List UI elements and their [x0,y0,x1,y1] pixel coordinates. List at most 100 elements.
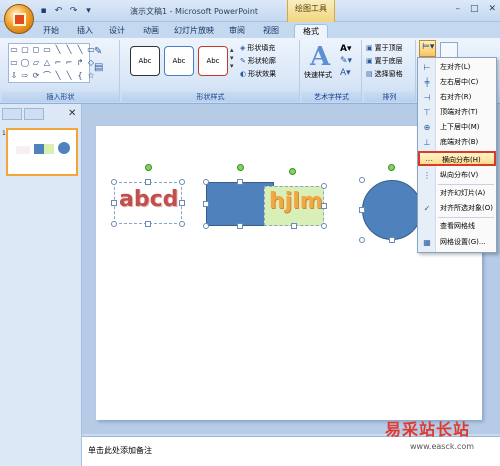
resize-handle[interactable] [359,207,365,213]
shape-style-preset-2[interactable]: Abc [164,46,194,76]
menu-item-align-selected[interactable]: ✓ 对齐所选对象(O) [418,201,496,216]
shape-gallery[interactable]: ▭ ▢ ◻ ▭ ╲ ╲ ╲ ▭ ▭ ◯ ▱ △ ⌐ ⌐ ↱ ◇ ⇩ ⇨ ⟳ ⌒ ╲ ╲{☆ [8,43,95,83]
tab-slides[interactable] [2,108,22,120]
tab-insert[interactable]: 插入 [72,24,98,38]
resize-handle[interactable] [389,237,395,243]
text-fill-icon[interactable]: A▾ [340,44,351,54]
shape-style-preset-1[interactable]: Abc [130,46,160,76]
textbox-hjlm[interactable]: hjlm [264,186,324,226]
shape-gallery-item[interactable]: ╲ [75,44,85,56]
shape-gallery-item[interactable]: ◻ [31,44,41,56]
resize-handle[interactable] [179,200,185,206]
office-button[interactable] [4,4,34,34]
shape-gallery-item[interactable]: ↱ [75,57,85,69]
menu-item-align-left[interactable]: ⊢ 左对齐(L) [418,60,496,75]
shape-gallery-item[interactable]: ⇨ [20,70,30,82]
tab-outline[interactable] [24,108,44,120]
shape-gallery-item[interactable]: { [75,70,85,82]
menu-item-align-right[interactable]: ⊣ 右对齐(R) [418,90,496,105]
textbox-abcd[interactable]: abcd [114,182,182,224]
bring-front-button[interactable]: ▣ 置于顶层 [366,43,403,54]
tab-animation[interactable]: 动画 [138,24,164,38]
rotation-handle-abcd[interactable] [145,164,152,171]
shape-gallery-item[interactable]: ⌐ [53,57,63,69]
resize-handle[interactable] [321,183,327,189]
resize-handle[interactable] [321,203,327,209]
resize-handle[interactable] [291,223,297,229]
align-dropdown-button[interactable]: ⊨▾ [419,40,436,57]
resize-handle[interactable] [203,201,209,207]
resize-handle[interactable] [111,200,117,206]
close-icon[interactable]: ✕ [488,4,496,14]
resize-handle[interactable] [203,223,209,229]
tab-view[interactable]: 视图 [258,24,284,38]
circle-shape[interactable] [362,180,422,240]
resize-handle[interactable] [237,223,243,229]
maximize-icon[interactable]: □ [470,4,479,14]
tab-slideshow[interactable]: 幻灯片放映 [172,24,216,38]
tab-design[interactable]: 设计 [104,24,130,38]
resize-handle[interactable] [111,179,117,185]
text-effects-icon[interactable]: A▾ [340,68,351,78]
shape-gallery-item[interactable]: ▭ [9,57,19,69]
tab-format[interactable]: 格式 [294,24,328,38]
resize-handle[interactable] [321,223,327,229]
rotation-handle-circle[interactable] [388,164,395,171]
shape-gallery-item[interactable]: ⌒ [42,70,52,82]
menu-item-align-middle[interactable]: ⊕ 上下居中(M) [418,120,496,135]
text-outline-icon[interactable]: ✎▾ [340,56,352,66]
shape-gallery-item[interactable]: ▱ [31,57,41,69]
shape-fill-button[interactable]: ◈ 形状填充 [240,43,275,54]
shape-gallery-item[interactable]: ▢ [20,44,30,56]
menu-item-align-top[interactable]: ⊤ 顶端对齐(T) [418,105,496,120]
shape-style-preset-3[interactable]: Abc [198,46,228,76]
menu-item-align-center[interactable]: ╪ 左右居中(C) [418,75,496,90]
shape-gallery-item[interactable]: ▭ [42,44,52,56]
shape-gallery-item[interactable]: ⌐ [64,57,74,69]
slide-thumbnail[interactable] [6,128,78,176]
shape-gallery-item[interactable]: ◯ [20,57,30,69]
resize-handle[interactable] [237,179,243,185]
menu-item-view-gridlines[interactable]: 查看网格线 [418,219,496,234]
resize-handle[interactable] [179,179,185,185]
shape-gallery-item[interactable]: ╲ [53,70,63,82]
shape-gallery-item[interactable]: ╲ [64,70,74,82]
shape-gallery-item[interactable]: ⇩ [9,70,19,82]
selection-pane-button[interactable]: ▤ 选择窗格 [366,69,403,80]
shape-outline-button[interactable]: ✎ 形状轮廓 [240,56,276,67]
style-gallery-scroll-icon[interactable]: ▴ ▾ ▾ [230,46,234,70]
tab-review[interactable]: 审阅 [224,24,250,38]
shape-gallery-item[interactable]: ⟳ [31,70,41,82]
customize-qat-icon[interactable]: ▾ [83,6,94,17]
edit-shape-icon[interactable]: ✎ [94,46,102,57]
rotation-handle-hjlm[interactable] [289,168,296,175]
resize-handle[interactable] [179,221,185,227]
shape-gallery-item[interactable]: ▭ [9,44,19,56]
resize-handle[interactable] [145,221,151,227]
menu-item-grid-settings[interactable]: ▦ 网格设置(G)... [418,235,496,250]
rotation-handle-rect[interactable] [237,164,244,171]
quick-styles-button[interactable]: 快速样式 [304,70,332,81]
redo-icon[interactable]: ↷ [68,6,79,17]
window-title: 演示文稿1 - Microsoft PowerPoint [130,7,259,16]
shape-gallery-item[interactable]: ╲ [53,44,63,56]
resize-handle[interactable] [359,237,365,243]
minimize-icon[interactable]: – [455,4,460,14]
resize-handle[interactable] [145,179,151,185]
save-icon[interactable]: ▪ [38,6,49,17]
tab-home[interactable]: 开始 [38,24,64,38]
undo-icon[interactable]: ↶ [53,6,64,17]
shape-gallery-item[interactable]: ╲ [64,44,74,56]
menu-item-distribute-vertical[interactable]: ⋮ 纵向分布(V) [418,168,496,183]
menu-item-align-to-slide[interactable]: 对齐幻灯片(A) [418,186,496,201]
panel-close-icon[interactable]: ✕ [68,108,76,119]
shape-gallery-item[interactable]: △ [42,57,52,69]
resize-handle[interactable] [359,177,365,183]
shape-effects-button[interactable]: ◐ 形状效果 [240,69,276,80]
menu-item-align-bottom[interactable]: ⊥ 底端对齐(B) [418,135,496,150]
text-box-icon[interactable]: ▤ [94,62,103,73]
menu-item-distribute-horizontal[interactable]: ⋯ 横向分布(H) [418,151,496,166]
send-back-button[interactable]: ▣ 置于底层 [366,56,403,67]
resize-handle[interactable] [111,221,117,227]
resize-handle[interactable] [203,179,209,185]
